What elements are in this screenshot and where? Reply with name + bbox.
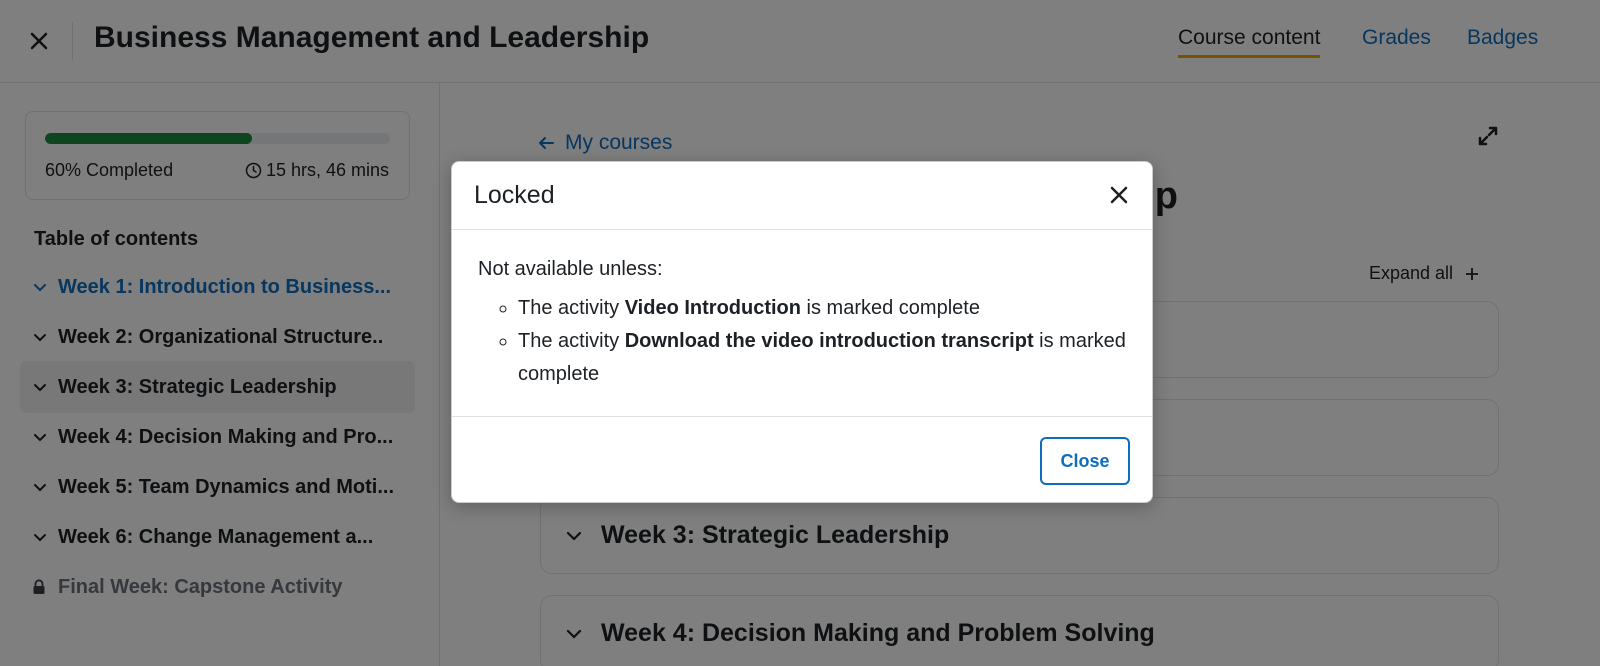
restriction-intro: Not available unless: (478, 258, 663, 280)
dialog-title: Locked (474, 181, 555, 209)
dialog-footer: Close (452, 418, 1152, 504)
dialog-header: Locked (452, 162, 1152, 230)
close-button[interactable]: Close (1040, 437, 1130, 485)
dialog-close-button[interactable] (1106, 182, 1132, 208)
activity-name: Download the video introduction transcri… (624, 330, 1034, 352)
restriction-suffix: is marked complete (801, 297, 980, 319)
restriction-prefix: The activity (518, 297, 625, 319)
activity-name: Video Introduction (624, 297, 801, 319)
close-icon (1110, 186, 1128, 204)
restriction-prefix: The activity (518, 330, 625, 352)
restriction-list: The activity Video Introduction is marke… (478, 292, 1126, 391)
locked-dialog: Locked Not available unless: The activit… (451, 161, 1153, 503)
dialog-body: Not available unless: The activity Video… (452, 231, 1152, 417)
restriction-item: The activity Video Introduction is marke… (518, 292, 1126, 325)
restriction-item: The activity Download the video introduc… (518, 325, 1126, 391)
